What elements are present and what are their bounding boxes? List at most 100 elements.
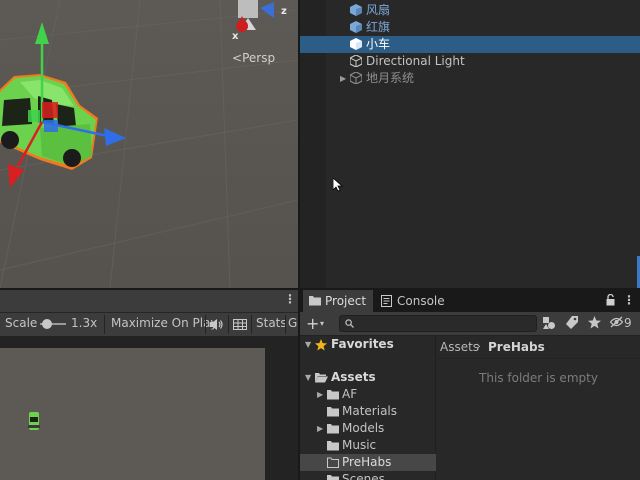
toolbar-separator (228, 315, 229, 334)
scale-slider-knob[interactable] (42, 319, 52, 329)
expand-arrow-icon[interactable]: ▶ (340, 70, 346, 87)
tree-item-folder-scenes[interactable]: Scenes (300, 471, 436, 480)
chevron-down-icon[interactable]: ▾ (320, 319, 324, 328)
prefab-cube-icon (350, 4, 362, 16)
hierarchy-item-earth-moon-system[interactable]: ▶ 地月系统 (326, 70, 640, 87)
tree-item-label: Models (342, 421, 385, 435)
gizmos-toggle[interactable]: G (288, 316, 297, 330)
tab-project-label: Project (325, 294, 367, 308)
search-by-type-icon[interactable] (542, 316, 556, 330)
hierarchy-item-label: 红旗 (366, 20, 391, 34)
tree-item-label: Favorites (331, 337, 394, 351)
game-view-toolbar: ⋮ Scale 1.3x Maximize On Play Stats G (0, 290, 298, 336)
project-panel: Project Console ⋮ + ▾ 9 ▼ Favorites ▼ As (300, 290, 640, 480)
folder-open-icon (315, 373, 328, 383)
collapse-arrow-icon[interactable]: ▼ (305, 336, 311, 353)
folder-icon (327, 475, 339, 480)
tree-item-assets[interactable]: ▼ Assets (300, 369, 436, 386)
folder-icon (327, 390, 339, 400)
hidden-packages-eye-icon[interactable] (610, 316, 623, 328)
game-view-menu-button[interactable]: ⋮ (284, 292, 296, 306)
orientation-gizmo[interactable]: x z (226, 0, 298, 45)
folder-open-outline-icon (327, 457, 339, 468)
tree-item-folder-models[interactable]: ▶ Models (300, 420, 436, 437)
mouse-cursor-icon (333, 178, 343, 192)
breadcrumb-assets[interactable]: Assets (440, 340, 479, 354)
gameobject-cube-icon (350, 72, 362, 84)
tree-item-label: Music (342, 438, 377, 452)
folder-icon (309, 296, 321, 306)
scene-view[interactable]: x z <Persp (0, 0, 298, 288)
keyboard-icon[interactable] (233, 319, 247, 330)
tree-item-label: Materials (342, 404, 398, 418)
search-box[interactable] (339, 315, 537, 332)
collapse-arrow-icon[interactable]: ▼ (305, 369, 311, 386)
favorite-star-icon (315, 339, 327, 351)
game-view[interactable] (0, 336, 298, 480)
tree-item-folder-prehabs[interactable]: PreHabs (300, 454, 436, 471)
hierarchy-item-label: 地月系统 (366, 71, 415, 85)
gizmo-x-label: x (232, 31, 239, 42)
breadcrumb: Assets › PreHabs (437, 336, 640, 359)
create-asset-button[interactable]: + (306, 314, 319, 333)
hierarchy-item-label: 风扇 (366, 3, 391, 17)
project-content-area[interactable]: Assets › PreHabs This folder is empty (437, 336, 640, 480)
expand-arrow-icon[interactable]: ▶ (317, 420, 323, 437)
projection-toggle[interactable]: <Persp (232, 51, 275, 65)
hidden-packages-count: 9 (624, 316, 632, 330)
toolbar-separator (285, 315, 286, 334)
maximize-on-play-toggle[interactable]: Maximize On Play (111, 316, 218, 330)
project-menu-button[interactable]: ⋮ (623, 293, 635, 307)
project-folder-tree: ▼ Favorites ▼ Assets ▶ AF Materials ▶ Mo… (300, 336, 436, 480)
scale-value: 1.3x (71, 316, 98, 330)
back-arrow-icon: < (232, 51, 243, 65)
persp-label: Persp (242, 51, 276, 65)
game-toolbar-row: Scale 1.3x Maximize On Play Stats G (0, 312, 298, 336)
tab-console-label: Console (397, 294, 445, 308)
hierarchy-item-car[interactable]: 小车 (300, 36, 640, 53)
toolbar-separator (104, 315, 105, 334)
expand-arrow-icon[interactable]: ▶ (317, 386, 323, 403)
lock-icon[interactable] (606, 294, 615, 306)
tree-item-folder-music[interactable]: Music (300, 437, 436, 454)
scale-label: Scale (5, 316, 38, 330)
empty-folder-message: This folder is empty (479, 371, 598, 385)
gameobject-cube-icon (350, 55, 362, 67)
small-car-preview (28, 412, 40, 430)
hierarchy-item-red-flag[interactable]: 红旗 (326, 19, 640, 36)
folder-icon (327, 407, 339, 417)
hierarchy-panel[interactable]: 风扇 红旗 小车 Directional Light ▶ 地月系统 (300, 0, 640, 288)
gizmo-z-label: z (281, 6, 287, 17)
game-render-area[interactable] (0, 348, 265, 480)
search-input[interactable] (356, 317, 534, 330)
folder-icon (327, 424, 339, 434)
mute-audio-icon[interactable] (210, 319, 223, 330)
hierarchy-item-directional-light[interactable]: Directional Light (326, 53, 640, 70)
search-icon (345, 319, 354, 328)
hierarchy-list: 风扇 红旗 小车 Directional Light ▶ 地月系统 (300, 0, 640, 87)
tree-item-label: Scenes (342, 472, 385, 480)
breadcrumb-separator: › (476, 339, 481, 353)
project-tab-bar: Project Console ⋮ (300, 290, 640, 312)
tab-project[interactable]: Project (303, 290, 373, 312)
prefab-cube-icon (350, 38, 362, 50)
folder-icon (327, 441, 339, 451)
hierarchy-item-label: 小车 (366, 37, 391, 51)
console-icon (381, 295, 392, 307)
project-toolbar: + ▾ 9 (300, 312, 640, 336)
tab-console[interactable]: Console (375, 290, 451, 312)
tree-item-folder-af[interactable]: ▶ AF (300, 386, 436, 403)
tree-item-folder-materials[interactable]: Materials (300, 403, 436, 420)
toolbar-separator (205, 315, 206, 334)
prefab-cube-icon (350, 21, 362, 33)
label-tag-icon[interactable] (566, 316, 578, 329)
tree-item-label: Assets (331, 370, 376, 384)
favorite-star-icon[interactable] (588, 316, 601, 329)
tree-item-favorites[interactable]: ▼ Favorites (300, 336, 436, 353)
hierarchy-item-fan[interactable]: 风扇 (326, 2, 640, 19)
stats-toggle[interactable]: Stats (256, 316, 287, 330)
breadcrumb-current[interactable]: PreHabs (488, 340, 545, 354)
hierarchy-item-label: Directional Light (366, 54, 465, 68)
toolbar-separator (251, 315, 252, 334)
tree-item-label: AF (342, 387, 358, 401)
